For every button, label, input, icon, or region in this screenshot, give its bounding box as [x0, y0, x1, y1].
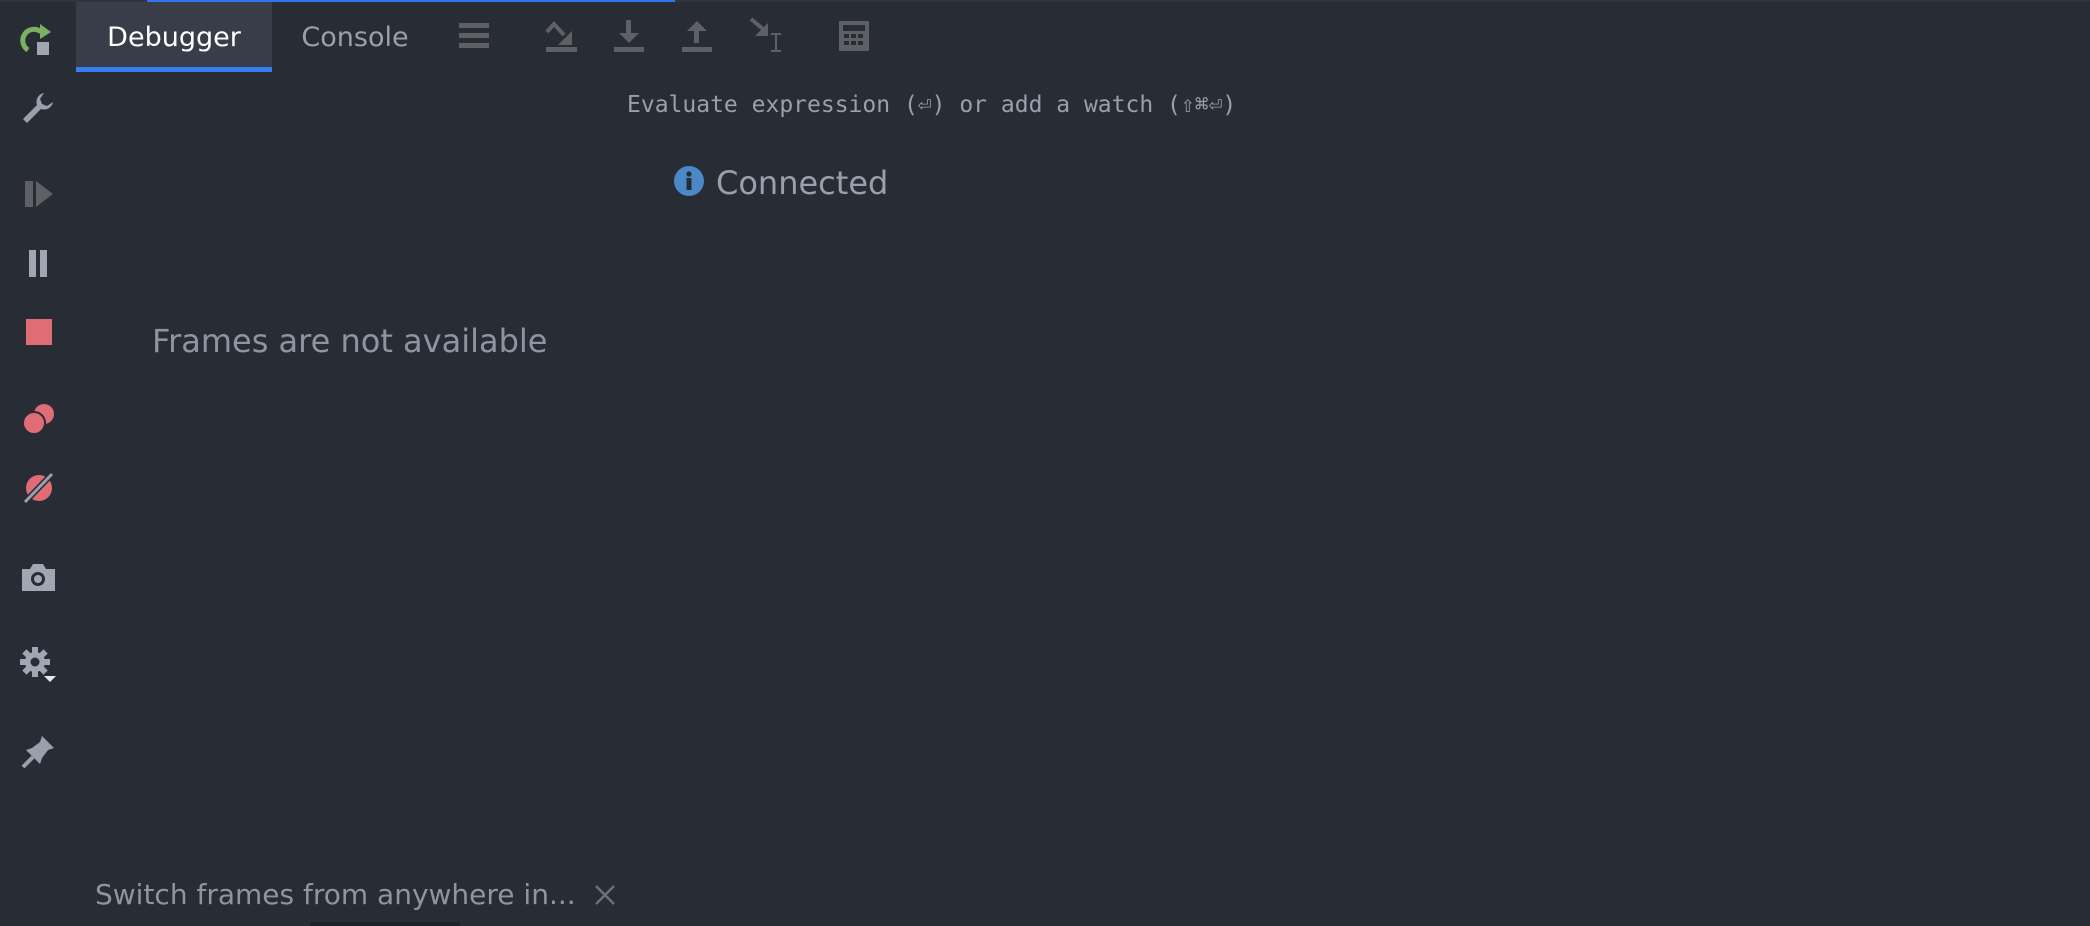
run-to-cursor-icon[interactable] — [748, 16, 788, 56]
frames-empty-message: Frames are not available — [152, 322, 548, 360]
hint-text: Switch frames from anywhere in... — [95, 878, 576, 911]
tab-debugger-label: Debugger — [107, 21, 241, 53]
tab-console-label: Console — [301, 21, 409, 53]
hint-banner: Switch frames from anywhere in... — [95, 878, 616, 911]
resume-icon[interactable] — [18, 174, 58, 214]
status-text: Connected — [716, 164, 889, 202]
settings-icon[interactable] — [18, 644, 58, 684]
step-into-icon[interactable] — [609, 16, 649, 56]
evaluate-expression-icon[interactable] — [834, 16, 874, 56]
close-icon[interactable] — [594, 884, 616, 906]
view-breakpoints-icon[interactable] — [18, 399, 58, 439]
rerun-icon[interactable] — [18, 20, 58, 60]
tab-console[interactable]: Console — [282, 2, 428, 72]
scrollbar[interactable] — [310, 922, 460, 926]
evaluate-expression-input[interactable]: Evaluate expression (⏎) or add a watch (… — [627, 92, 1236, 118]
camera-icon[interactable] — [18, 557, 58, 597]
info-icon — [674, 166, 704, 200]
wrench-icon[interactable] — [18, 88, 58, 128]
stop-icon[interactable] — [18, 312, 58, 352]
sidebar — [0, 0, 76, 926]
tab-debugger[interactable]: Debugger — [76, 2, 272, 72]
pause-icon[interactable] — [18, 243, 58, 283]
step-out-icon[interactable] — [677, 16, 717, 56]
connection-status: Connected — [674, 164, 888, 202]
step-over-icon[interactable] — [542, 16, 582, 56]
list-icon[interactable] — [454, 16, 494, 56]
mute-breakpoints-icon[interactable] — [18, 468, 58, 508]
pin-icon[interactable] — [18, 732, 58, 772]
